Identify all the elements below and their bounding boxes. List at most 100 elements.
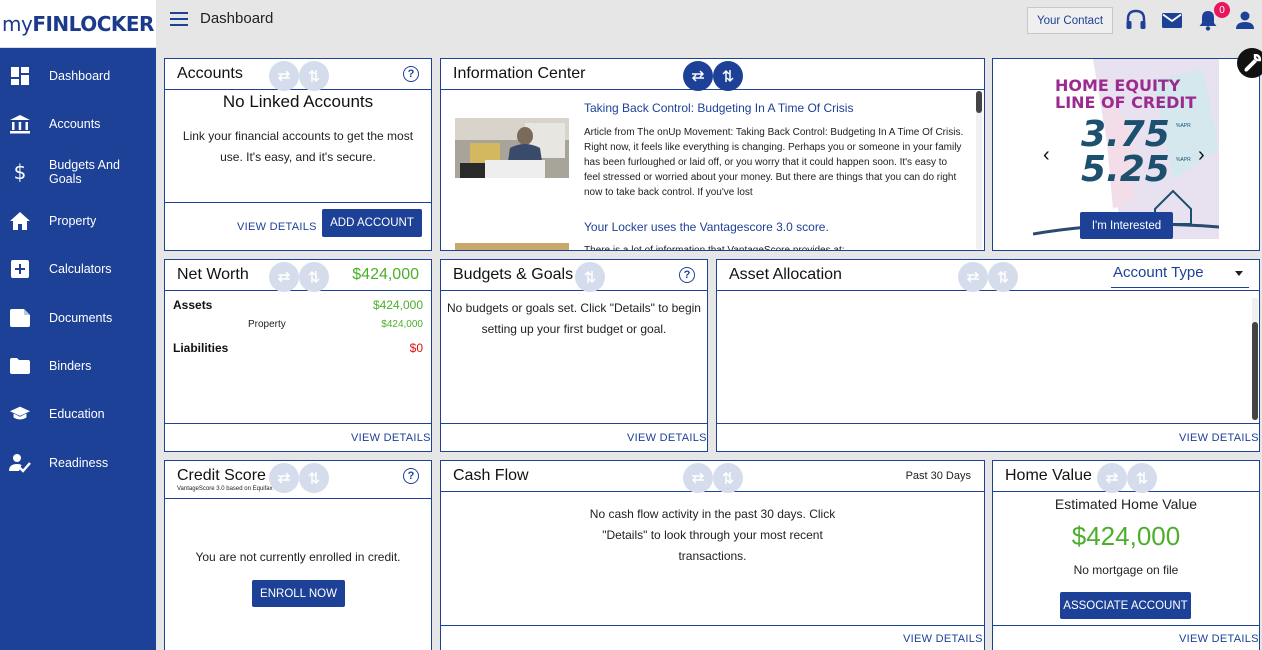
your-contact-button[interactable]: Your Contact [1027,7,1113,34]
sidebar-item-documents[interactable]: Documents [0,298,156,338]
card-footer: VIEW DETAILS [441,423,707,451]
swap-vertical-icon[interactable] [575,262,605,292]
help-icon[interactable]: ? [403,66,419,82]
sidebar-item-calculators[interactable]: Calculators [0,249,156,289]
promo-headline: HOME EQUITY LINE OF CREDIT [1055,77,1196,111]
im-interested-button[interactable]: I'm Interested [1080,212,1173,239]
add-account-button[interactable]: ADD ACCOUNT [322,209,422,237]
sidebar-item-accounts[interactable]: Accounts [0,104,156,144]
cash-flow-period: Past 30 Days [905,470,971,482]
card-title: Cash Flow [453,467,529,484]
wrench-icon[interactable] [1237,48,1262,78]
view-details-link[interactable]: VIEW DETAILS [1179,432,1259,444]
plus-box-icon [9,258,31,280]
card-header: Home Value [993,461,1259,493]
brand-logo[interactable]: my FINLOCKER [0,0,156,48]
swap-vertical-icon[interactable] [1127,463,1157,493]
card-title: Home Value [1005,467,1092,484]
help-icon[interactable]: ? [403,468,419,484]
sidebar-item-dashboard[interactable]: Dashboard [0,56,156,96]
swap-vertical-icon[interactable] [299,61,329,91]
swap-horizontal-icon[interactable] [269,61,299,91]
sidebar-item-label: Binders [49,359,92,373]
article-image[interactable] [455,118,569,178]
card-header: Credit Score VantageScore 3.0 based on E… [165,461,431,499]
view-details-link[interactable]: VIEW DETAILS [1179,633,1259,645]
view-details-link[interactable]: VIEW DETAILS [351,432,431,444]
swap-vertical-icon[interactable] [299,463,329,493]
view-details-link[interactable]: VIEW DETAILS [627,432,707,444]
credit-score-subtitle: VantageScore 3.0 based on Equifax data [177,486,286,492]
view-details-link[interactable]: VIEW DETAILS [237,221,317,233]
dollar-icon: $ [13,160,27,184]
article-title-link[interactable]: Your Locker uses the Vantagescore 3.0 sc… [584,220,829,234]
enroll-now-button[interactable]: ENROLL NOW [252,580,345,607]
card-title: Asset Allocation [729,266,842,283]
top-header: Dashboard Your Contact [156,0,1262,48]
liabilities-value: $0 [409,341,423,355]
carousel-prev-button[interactable]: ‹ [1043,144,1050,167]
swap-vertical-icon[interactable] [713,61,743,91]
sidebar-item-readiness[interactable]: Readiness [0,443,156,483]
asset-allocation-card: Asset Allocation Account Type VIEW DETAI… [716,259,1260,452]
swap-horizontal-icon[interactable] [683,61,713,91]
sidebar-item-property[interactable]: Property [0,201,156,241]
promo-headline-line1: HOME EQUITY [1055,76,1181,95]
scrollbar[interactable] [1252,298,1258,420]
account-type-select[interactable]: Account Type [1111,262,1249,288]
card-header: Budgets & Goals ? [441,260,707,292]
card-header: Asset Allocation Account Type [717,260,1259,292]
article-title-link[interactable]: Taking Back Control: Budgeting In A Time… [584,101,853,115]
sidebar-item-education[interactable]: Education [0,394,156,434]
article-body: There is a lot of information that Vanta… [584,245,845,251]
net-worth-total: $424,000 [352,266,419,283]
headset-icon[interactable] [1124,8,1148,32]
graduation-cap-icon [9,403,31,425]
sidebar-item-label: Calculators [49,262,112,276]
swap-vertical-icon[interactable] [713,463,743,493]
property-value: $424,000 [381,319,423,330]
mortgage-status-text: No mortgage on file [1073,563,1179,577]
swap-vertical-icon[interactable] [299,262,329,292]
card-title: Information Center [453,65,586,82]
net-worth-card: Net Worth $424,000 Assets $424,000 Prope… [164,259,432,452]
person-check-icon [9,452,31,474]
property-label: Property [248,319,286,330]
notification-count-badge: 0 [1214,2,1230,18]
home-icon [9,210,31,232]
swap-horizontal-icon[interactable] [269,463,299,493]
scrollbar[interactable] [976,91,982,249]
liabilities-label: Liabilities [173,341,229,355]
help-icon[interactable]: ? [679,267,695,283]
page-title: Dashboard [200,10,274,27]
view-details-link[interactable]: VIEW DETAILS [903,633,983,645]
sidebar-item-label: Readiness [49,456,109,470]
article-image[interactable] [455,243,569,250]
swap-horizontal-icon[interactable] [1097,463,1127,493]
sidebar-item-binders[interactable]: Binders [0,346,156,386]
card-header: Cash Flow Past 30 Days [441,461,984,493]
budgets-goals-card: Budgets & Goals ? No budgets or goals se… [440,259,708,452]
promo-card: HOME EQUITY LINE OF CREDIT 3.75 %APR 5.25… [992,58,1260,251]
account-type-select-value: Account Type [1113,264,1204,281]
mail-icon[interactable] [1160,8,1184,32]
swap-horizontal-icon[interactable] [683,463,713,493]
card-footer: VIEW DETAILS ADD ACCOUNT [165,202,431,250]
menu-icon[interactable] [170,12,188,26]
carousel-next-button[interactable]: › [1198,144,1205,167]
swap-horizontal-icon[interactable] [269,262,299,292]
dashboard-icon [9,65,31,87]
swap-horizontal-icon[interactable] [958,262,988,292]
associate-account-button[interactable]: ASSOCIATE ACCOUNT [1060,592,1191,619]
card-title: Accounts [177,65,243,82]
sidebar-item-label: Accounts [49,117,101,131]
card-header: Information Center [441,59,984,91]
bank-icon [9,113,31,135]
no-linked-accounts-heading: No Linked Accounts [222,92,374,111]
chevron-down-icon [1235,271,1243,276]
estimated-home-value-heading: Estimated Home Value [1054,496,1198,512]
user-icon[interactable] [1233,8,1257,32]
budgets-body-text: No budgets or goals set. Click "Details"… [447,301,701,336]
swap-vertical-icon[interactable] [988,262,1018,292]
sidebar-item-budgets-and-goals[interactable]: $ Budgets And Goals [0,152,156,192]
